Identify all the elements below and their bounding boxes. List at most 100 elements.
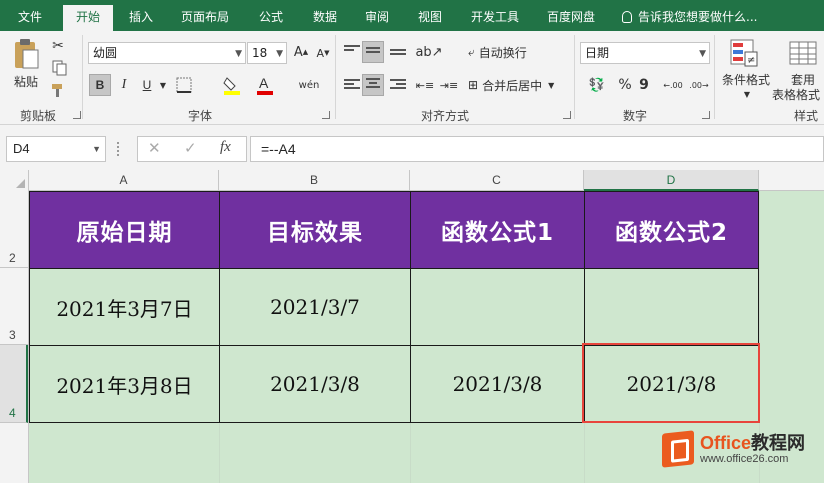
tab-insert[interactable]: 插入: [118, 5, 164, 31]
chevron-down-icon: ▼: [699, 49, 706, 59]
tab-home[interactable]: 开始: [63, 5, 113, 31]
select-all-button[interactable]: [0, 170, 29, 191]
chevron-down-icon: ▼: [548, 80, 555, 90]
align-left-icon[interactable]: [344, 79, 360, 93]
increase-decimal-icon[interactable]: ←.00: [662, 74, 684, 96]
conditional-format-label[interactable]: 条件格式: [716, 71, 776, 87]
font-size-combo[interactable]: 18 ▼: [247, 42, 287, 64]
column-header-e[interactable]: [759, 170, 824, 191]
decrease-font-icon[interactable]: A ▼: [313, 44, 333, 62]
copy-icon[interactable]: [48, 59, 74, 77]
splitter-handle[interactable]: [117, 142, 121, 156]
table-format-label-2[interactable]: 表格格式: [772, 86, 824, 102]
align-center-button[interactable]: [362, 74, 384, 96]
cell-c2[interactable]: 函数公式1: [411, 192, 584, 268]
cell-d3[interactable]: [585, 269, 758, 345]
increase-indent-icon[interactable]: ⇥≡: [438, 74, 460, 96]
enter-icon[interactable]: ✓: [184, 139, 197, 157]
watermark-text: Office教程网 www.office26.com: [700, 433, 805, 466]
alignment-launcher-icon[interactable]: [563, 111, 571, 119]
cell-c3[interactable]: [411, 269, 584, 345]
underline-button[interactable]: U: [137, 74, 157, 96]
font-name-combo[interactable]: 幼圆 ▼: [88, 42, 246, 64]
font-group-label: 字体: [187, 109, 212, 123]
row-header-2[interactable]: 2: [0, 191, 28, 268]
row-header-4[interactable]: 4: [0, 345, 28, 423]
paste-label[interactable]: 粘贴: [6, 73, 46, 89]
row-header-3[interactable]: 3: [0, 268, 28, 345]
borders-icon[interactable]: [172, 74, 196, 96]
merge-center-button[interactable]: ⊞ 合并后居中 ▼: [468, 74, 568, 96]
row-number: 2: [9, 251, 16, 265]
column-header-d[interactable]: D: [584, 170, 759, 191]
percent-button[interactable]: %: [616, 74, 634, 96]
cell-d2[interactable]: 函数公式2: [585, 192, 758, 268]
cell-b2[interactable]: 目标效果: [220, 192, 410, 268]
format-painter-icon[interactable]: [48, 81, 68, 99]
font-size-value: 18: [252, 46, 268, 60]
cell-a4[interactable]: 2021年3月8日: [30, 346, 219, 422]
tab-formulas[interactable]: 公式: [248, 5, 294, 31]
align-top-icon[interactable]: [344, 45, 360, 59]
cell-b3[interactable]: 2021/3/7: [220, 269, 410, 345]
align-middle-button[interactable]: [362, 41, 384, 63]
number-format-combo[interactable]: 日期 ▼: [580, 42, 710, 64]
svg-text:A: A: [259, 75, 269, 91]
gridline: [410, 423, 411, 483]
comma-style-button[interactable]: 9: [636, 74, 652, 96]
insert-function-icon[interactable]: fx: [220, 139, 231, 156]
tell-me-box[interactable]: 告诉我您想要做什么...: [622, 5, 757, 29]
cut-icon[interactable]: ✂: [48, 37, 68, 55]
gridline: [219, 423, 220, 483]
orientation-icon[interactable]: ab↗: [415, 41, 442, 63]
align-right-icon[interactable]: [390, 79, 406, 93]
tab-file[interactable]: 文件: [4, 5, 56, 31]
tab-review[interactable]: 审阅: [354, 5, 400, 31]
fill-color-icon[interactable]: [220, 74, 244, 96]
italic-button[interactable]: I: [114, 74, 134, 96]
tab-data[interactable]: 数据: [302, 5, 348, 31]
table-format-icon[interactable]: [786, 37, 820, 69]
tab-view[interactable]: 视图: [407, 5, 453, 31]
number-group-label: 数字: [622, 109, 647, 123]
accounting-format-icon[interactable]: 💱: [582, 74, 612, 96]
cell-a3[interactable]: 2021年3月7日: [30, 269, 219, 345]
conditional-format-icon[interactable]: ≠: [726, 37, 762, 69]
column-header-a[interactable]: A: [29, 170, 219, 191]
font-color-icon[interactable]: A: [254, 74, 276, 96]
column-header-c[interactable]: C: [410, 170, 584, 191]
phonetic-guide-icon[interactable]: wén: [296, 74, 322, 96]
chevron-down-icon: ▼: [276, 49, 283, 59]
number-launcher-icon[interactable]: [702, 111, 710, 119]
data-table: 原始日期 目标效果 函数公式1 函数公式2 2021年3月7日 2021/3/7…: [29, 191, 760, 423]
decrease-indent-icon[interactable]: ⇤≡: [414, 74, 436, 96]
bold-button[interactable]: B: [89, 74, 111, 96]
chevron-down-icon[interactable]: ▼: [742, 89, 752, 99]
formula-bar: D4 ▼ ✕ ✓ fx =--A4: [0, 125, 824, 170]
column-header-bar: A B C D: [0, 170, 824, 191]
gridline: [584, 423, 585, 483]
cell-a2[interactable]: 原始日期: [30, 192, 219, 268]
name-box-value: D4: [13, 141, 30, 156]
name-box[interactable]: D4 ▼: [6, 136, 106, 162]
font-launcher-icon[interactable]: [322, 111, 330, 119]
tab-page-layout[interactable]: 页面布局: [172, 5, 238, 31]
wrap-text-button[interactable]: ⤶ 自动换行: [468, 41, 540, 63]
column-header-b[interactable]: B: [219, 170, 410, 191]
clipboard-launcher-icon[interactable]: [73, 111, 81, 119]
active-cell-outline: [582, 343, 760, 423]
decrease-decimal-icon[interactable]: .00→: [688, 74, 710, 96]
office-logo-icon: [662, 430, 694, 468]
tab-baidu-netdisk[interactable]: 百度网盘: [538, 5, 604, 31]
increase-font-icon[interactable]: A ▲: [291, 42, 311, 62]
chevron-down-icon[interactable]: ▼: [158, 74, 168, 96]
cell-b4[interactable]: 2021/3/8: [220, 346, 410, 422]
paste-button[interactable]: [10, 37, 42, 71]
chevron-down-icon: ▼: [92, 144, 101, 154]
align-bottom-icon[interactable]: [390, 49, 406, 63]
cancel-icon[interactable]: ✕: [148, 139, 161, 157]
lightbulb-icon: [622, 11, 632, 23]
formula-input[interactable]: =--A4: [250, 136, 824, 162]
tab-developer[interactable]: 开发工具: [462, 5, 528, 31]
cell-c4[interactable]: 2021/3/8: [411, 346, 584, 422]
